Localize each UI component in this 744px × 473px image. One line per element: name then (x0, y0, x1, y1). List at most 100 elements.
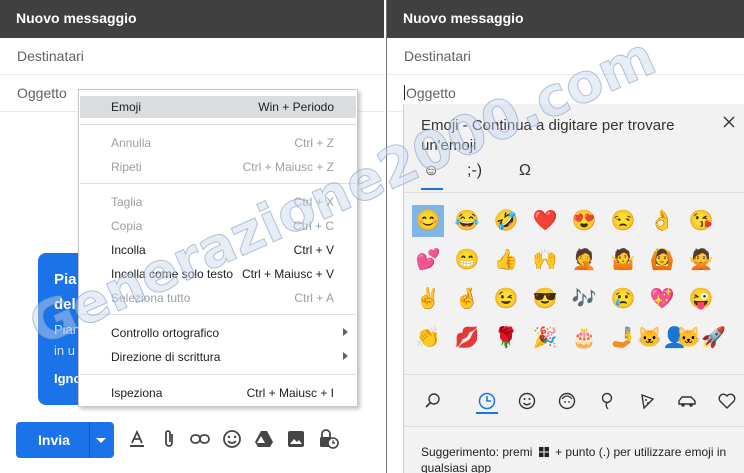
menu-item-incolla-testo[interactable]: Incolla come solo testo Ctrl + Maiusc + … (80, 263, 356, 285)
link-icon[interactable] (189, 428, 211, 450)
emoji-cell[interactable]: 😂 (451, 205, 483, 237)
emoji-icon[interactable] (221, 428, 243, 450)
menu-item-annulla[interactable]: Annulla Ctrl + Z (80, 132, 356, 154)
emoji-glyph: 😢 (610, 288, 636, 310)
tab-emoji[interactable]: ☺ (423, 162, 439, 184)
compose-title: Nuovo messaggio (387, 0, 744, 38)
menu-label: Emoji (111, 100, 142, 114)
emoji-cell[interactable]: 🙅 (685, 244, 717, 276)
emoji-cell[interactable]: 🙌 (529, 244, 561, 276)
format-text-icon[interactable] (126, 428, 148, 450)
emoji-cell[interactable]: 😊 (412, 205, 444, 237)
smiley-category-icon[interactable] (516, 390, 538, 412)
emoji-glyph: 😒 (610, 210, 636, 232)
emoji-glyph: 👍 (493, 249, 519, 271)
emoji-cell[interactable]: 💕 (412, 244, 444, 276)
menu-label: Ripeti (111, 160, 142, 174)
emoji-glyph: 🎶 (571, 288, 597, 310)
send-button[interactable]: Invia (16, 422, 114, 458)
menu-item-ispeziona[interactable]: Ispeziona Ctrl + Maiusc + I (80, 382, 356, 404)
attach-icon[interactable] (158, 428, 180, 450)
emoji-cell[interactable]: 🎉 (529, 322, 561, 354)
send-divider (89, 422, 90, 458)
menu-item-incolla[interactable]: Incolla Ctrl + V (80, 239, 356, 261)
emoji-cell[interactable]: ❤️ (529, 205, 561, 237)
menu-item-emoji[interactable]: Emoji Win + Periodo (80, 96, 356, 118)
emoji-cell[interactable]: 😒 (607, 205, 639, 237)
emoji-cell[interactable]: 😍 (568, 205, 600, 237)
tab-symbols[interactable]: Ω (519, 162, 531, 184)
menu-shortcut: Ctrl + Maiusc + V (241, 267, 334, 281)
emoji-glyph: 😂 (454, 210, 480, 232)
menu-item-ripeti[interactable]: Ripeti Ctrl + Maiusc + Z (80, 156, 356, 178)
emoji-cell[interactable]: 🎶 (568, 283, 600, 315)
emoji-glyph: ✌️ (415, 288, 441, 310)
emoji-cell[interactable]: 🤞 (451, 283, 483, 315)
emoji-glyph: 🌹 (493, 327, 519, 349)
emoji-cell[interactable]: 😘 (685, 205, 717, 237)
active-category-indicator (476, 412, 498, 414)
menu-item-copia[interactable]: Copia Ctrl + C (80, 215, 356, 237)
menu-separator (80, 124, 356, 125)
emoji-cell[interactable]: 😎 (529, 283, 561, 315)
emoji-glyph: 💋 (454, 327, 480, 349)
emoji-glyph: 🙌 (532, 249, 558, 271)
emoji-cell[interactable]: 🤦 (568, 244, 600, 276)
emoji-cell[interactable]: 💖 (646, 283, 678, 315)
emoji-glyph: 😘 (688, 210, 714, 232)
menu-item-taglia[interactable]: Taglia Ctrl + X (80, 191, 356, 213)
emoji-glyph: 🤦 (571, 249, 597, 271)
search-icon[interactable] (422, 390, 444, 412)
emoji-cell[interactable]: 👏 (412, 322, 444, 354)
emoji-cell[interactable]: 😁 (451, 244, 483, 276)
recipients-field[interactable]: Destinatari (387, 38, 744, 75)
photo-icon[interactable] (285, 428, 307, 450)
menu-item-controllo-ortografico[interactable]: Controllo ortografico (80, 322, 356, 344)
emoji-cell[interactable]: 💋 (451, 322, 483, 354)
emoji-cell[interactable]: 🎂 (568, 322, 600, 354)
menu-label: Seleziona tutto (111, 291, 191, 305)
hint-prefix: Suggerimento: premi (421, 445, 533, 459)
menu-shortcut: Ctrl + X (293, 195, 334, 209)
recipients-field[interactable]: Destinatari (0, 38, 384, 75)
travel-category-icon[interactable] (676, 390, 698, 412)
emoji-glyph: 💖 (649, 288, 675, 310)
emoji-glyph: 😉 (493, 288, 519, 310)
emoji-cell[interactable]: 🤷 (607, 244, 639, 276)
menu-item-direzione-scrittura[interactable]: Direzione di scrittura (80, 346, 356, 368)
menu-item-seleziona-tutto[interactable]: Seleziona tutto Ctrl + A (80, 287, 356, 309)
send-options-dropdown-icon[interactable] (96, 438, 106, 443)
compose-title: Nuovo messaggio (0, 0, 384, 38)
bubble-line-3: Pian (54, 322, 81, 337)
windows-logo-icon (538, 447, 549, 457)
emoji-cell[interactable]: 👍 (490, 244, 522, 276)
schedule-lock-icon[interactable] (317, 428, 339, 450)
emoji-cell[interactable]: 😢 (607, 283, 639, 315)
emoji-cell[interactable]: 🤳 (607, 322, 639, 354)
emoji-cell[interactable]: 😜 (685, 283, 717, 315)
emoji-cell[interactable]: 🤣 (490, 205, 522, 237)
emoji-cell[interactable]: 🐱‍🚀 (676, 322, 726, 354)
recent-clock-icon[interactable] (476, 390, 498, 412)
emoji-cell[interactable]: ✌️ (412, 283, 444, 315)
emoji-cell[interactable]: 👌 (646, 205, 678, 237)
heart-category-icon[interactable] (716, 390, 738, 412)
close-icon[interactable] (722, 115, 736, 129)
screenshot-root: Nuovo messaggio Destinatari Oggetto Pia … (0, 0, 744, 473)
drive-icon[interactable] (253, 428, 275, 450)
emoji-glyph: 👏 (415, 327, 441, 349)
emoji-cell[interactable]: 🙆 (646, 244, 678, 276)
menu-shortcut: Ctrl + A (294, 291, 334, 305)
subject-placeholder: Oggetto (406, 85, 456, 101)
tab-kaomoji[interactable]: ;-) (467, 162, 482, 184)
menu-separator (80, 374, 356, 375)
emoji-cell[interactable]: 🐱‍👤 (637, 322, 687, 354)
food-category-icon[interactable] (636, 390, 658, 412)
menu-label: Direzione di scrittura (111, 350, 221, 364)
people-category-icon[interactable] (556, 390, 578, 412)
celebration-category-icon[interactable] (596, 390, 618, 412)
submenu-arrow-icon (343, 352, 348, 360)
emoji-cell[interactable]: 😉 (490, 283, 522, 315)
menu-separator (80, 314, 356, 315)
emoji-cell[interactable]: 🌹 (490, 322, 522, 354)
